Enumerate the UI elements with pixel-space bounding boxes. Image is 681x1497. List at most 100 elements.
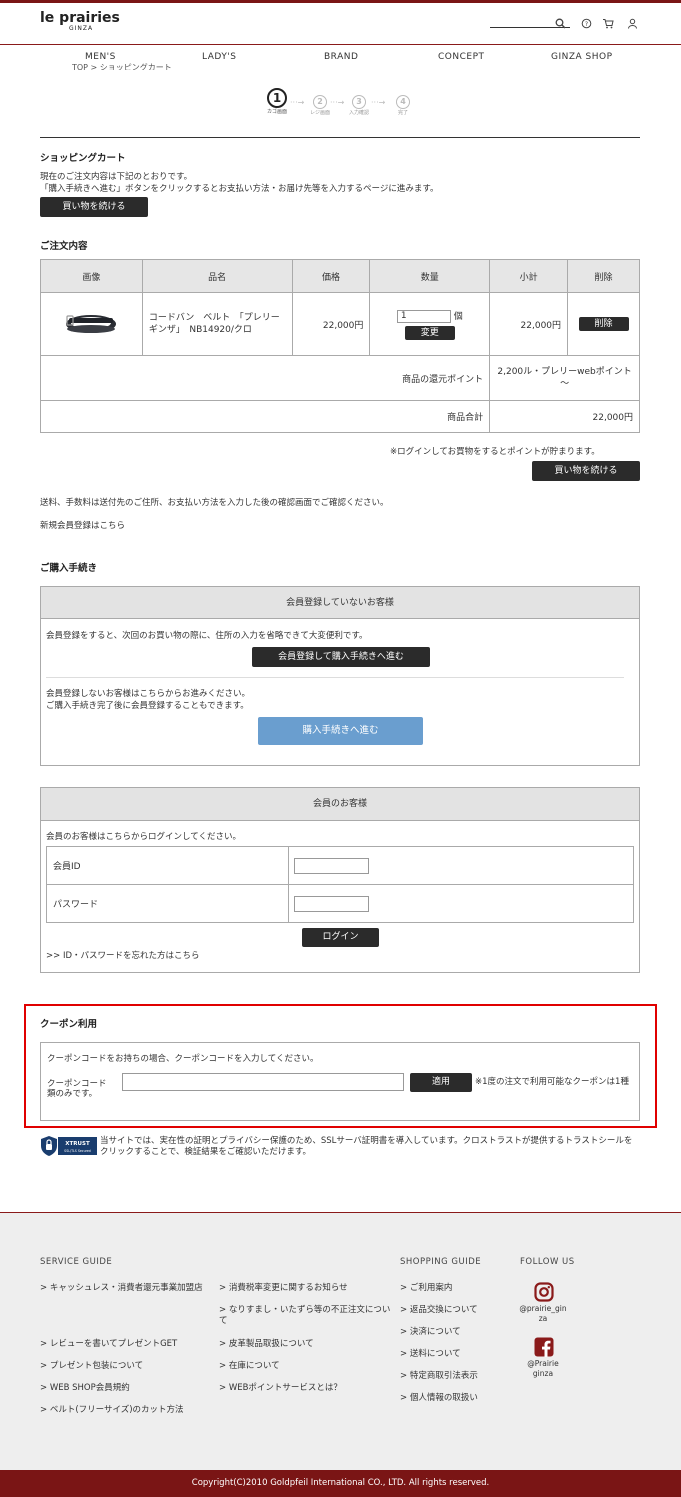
follow-us-head: FOLLOW US [520, 1257, 575, 1267]
total-row: 商品合計 22,000円 [39, 400, 640, 433]
password-label: パスワード [46, 884, 289, 923]
step-2-number: 2 [313, 95, 327, 109]
footer-link-usage[interactable]: > ご利用案内 [400, 1283, 452, 1294]
cart-table: 画像 品名 価格 数量 小計 削除 コードバン ベルト 「プレリーギンザ」 NB… [39, 259, 640, 433]
login-points-note: ※ログインしてお買物をするとポイントが貯まります。 [390, 447, 600, 457]
step-2-label: レジ画面 [309, 110, 330, 116]
col-qty: 数量 [369, 259, 491, 293]
nonmember-head: 会員登録していないお客様 [41, 587, 639, 619]
continue-shopping-button[interactable]: 買い物を続ける [40, 197, 148, 217]
nav-concept[interactable]: CONCEPT [438, 52, 485, 62]
footer-link-fraud[interactable]: > なりすまし・いたずら等の不正注文について [219, 1305, 391, 1327]
delete-button[interactable]: 削除 [578, 317, 629, 331]
col-delete: 削除 [567, 259, 640, 293]
help-icon[interactable]: ? [580, 18, 592, 30]
divider [40, 137, 640, 138]
xtrust-seal-subtitle: SSL/TLS Secured [64, 1149, 91, 1153]
service-guide-head: SERVICE GUIDE [40, 1257, 113, 1267]
facebook-icon[interactable] [534, 1337, 554, 1357]
step-3-number: 3 [352, 95, 366, 109]
nav-ginza-shop[interactable]: GINZA SHOP [551, 52, 613, 62]
coupon-title: クーポン利用 [40, 1019, 98, 1030]
password-cell [288, 884, 634, 923]
nonmember-text2: 会員登録しないお客様はこちらからお進みください。 [46, 689, 251, 699]
table-row: コードバン ベルト 「プレリーギンザ」 NB14920/クロ 22,000円 1… [40, 292, 640, 356]
product-name[interactable]: コードバン ベルト 「プレリーギンザ」 NB14920/クロ [141, 292, 293, 356]
order-title: ご注文内容 [40, 241, 88, 252]
member-id-label: 会員ID [46, 846, 289, 885]
step-3-label: 入力確認 [348, 110, 369, 116]
col-name: 品名 [141, 259, 293, 293]
delete-cell: 削除 [567, 292, 640, 356]
footer-link-cashless[interactable]: > キャッシュレス・消費者還元事業加盟店 [40, 1283, 205, 1294]
proceed-checkout-button[interactable]: 購入手続きへ進む [258, 717, 423, 745]
nav-brand[interactable]: BRAND [324, 52, 358, 62]
member-head: 会員のお客様 [41, 788, 639, 821]
instagram-handle[interactable]: @prairie_ginza [518, 1304, 568, 1324]
facebook-handle[interactable]: @Prairie ginza [518, 1359, 568, 1379]
step-1: 1 カゴ画面 [262, 88, 292, 115]
site-logo-sub: GINZA [69, 25, 94, 32]
continue-shopping-button-2[interactable]: 買い物を続ける [532, 461, 640, 481]
footer-link-returns[interactable]: > 返品交換について [400, 1305, 478, 1316]
product-price: 22,000円 [291, 292, 371, 356]
step-1-number: 1 [267, 88, 287, 108]
qty-input[interactable]: 1 [396, 309, 451, 323]
cart-icon[interactable] [602, 18, 614, 30]
cart-title: ショッピングカート [40, 153, 126, 164]
total-value: 22,000円 [489, 400, 640, 433]
col-price: 価格 [291, 259, 371, 293]
footer-link-payment[interactable]: > 決済について [400, 1327, 461, 1338]
password-input[interactable] [294, 895, 369, 912]
footer-link-belt-cut[interactable]: > ベルト(フリーサイズ)のカット方法 [40, 1405, 184, 1416]
search-icon[interactable] [554, 18, 566, 30]
step-4: 4 完了 [389, 95, 417, 116]
instagram-icon[interactable] [534, 1282, 554, 1302]
cart-intro-line1: 現在のご注文内容は下記のとおりです。 [40, 172, 193, 182]
trust-text: 当サイトでは、実在性の証明とプライバシー保護のため、SSLサーバ証明書を導入して… [100, 1136, 633, 1157]
nav-ladys[interactable]: LADY'S [202, 52, 237, 62]
footer-link-gift-wrap[interactable]: > プレゼント包装について [40, 1361, 143, 1372]
xtrust-seal-icon[interactable]: XTRUST SSL/TLS Secured [40, 1135, 98, 1157]
login-button[interactable]: ログイン [302, 928, 379, 947]
new-member-link[interactable]: 新規会員登録はこちら [40, 520, 125, 532]
copyright: Copyright(C)2010 Goldpfeil International… [0, 1470, 681, 1497]
footer-link-review[interactable]: > レビューを書いてプレゼントGET [40, 1339, 177, 1350]
shipping-note: 送料、手数料は送付先のご住所、お支払い方法を入力した後の確認画面でご確認ください… [40, 498, 389, 508]
step-1-label: カゴ画面 [266, 109, 287, 115]
user-icon[interactable] [626, 18, 638, 30]
footer-link-leather[interactable]: > 皮革製品取扱について [219, 1339, 314, 1350]
table-row: パスワード [46, 884, 634, 923]
shopping-guide-head: SHOPPING GUIDE [400, 1257, 482, 1267]
member-id-cell [288, 846, 634, 885]
total-label: 商品合計 [39, 400, 491, 433]
forgot-password-link[interactable]: >> ID・パスワードを忘れた方はこちら [46, 950, 200, 962]
step-4-number: 4 [396, 95, 410, 109]
login-table: 会員ID パスワード [46, 846, 634, 923]
qty-change-button[interactable]: 変更 [404, 325, 455, 340]
footer-link-member-terms[interactable]: > WEB SHOP会員規約 [40, 1383, 130, 1394]
nav-mens[interactable]: MEN'S [85, 52, 116, 62]
coupon-note: ※1度の注文で利用可能なクーポンは1種類のみです。 [47, 1077, 629, 1099]
member-id-input[interactable] [294, 857, 369, 874]
footer-link-commerce-law[interactable]: > 特定商取引法表示 [400, 1371, 478, 1382]
footer-link-shipping[interactable]: > 送料について [400, 1349, 461, 1360]
top-accent-line [0, 0, 681, 3]
step-4-label: 完了 [397, 110, 408, 116]
register-and-checkout-button[interactable]: 会員登録して購入手続きへ進む [252, 647, 430, 667]
col-subtotal: 小計 [489, 259, 569, 293]
step-arrow-icon: ···→ [290, 98, 305, 107]
product-belt-image[interactable] [63, 310, 119, 336]
product-subtotal: 22,000円 [489, 292, 569, 356]
footer-link-web-points[interactable]: > WEBポイントサービスとは？ [219, 1383, 342, 1394]
qty-unit: 個 [453, 311, 463, 322]
footer-link-tax[interactable]: > 消費税率変更に関するお知らせ [219, 1283, 348, 1294]
footer-link-stock[interactable]: > 在庫について [219, 1361, 280, 1372]
nonmember-text3: ご購入手続き完了後に会員登録することもできます。 [46, 701, 249, 711]
breadcrumb[interactable]: TOP > ショッピングカート [72, 62, 172, 70]
site-logo[interactable]: le prairies [40, 11, 120, 25]
qty-cell: 1 個 変更 [369, 292, 491, 356]
footer-link-privacy[interactable]: > 個人情報の取扱い [400, 1393, 478, 1404]
divider [46, 677, 624, 678]
table-row: 会員ID [46, 846, 634, 885]
